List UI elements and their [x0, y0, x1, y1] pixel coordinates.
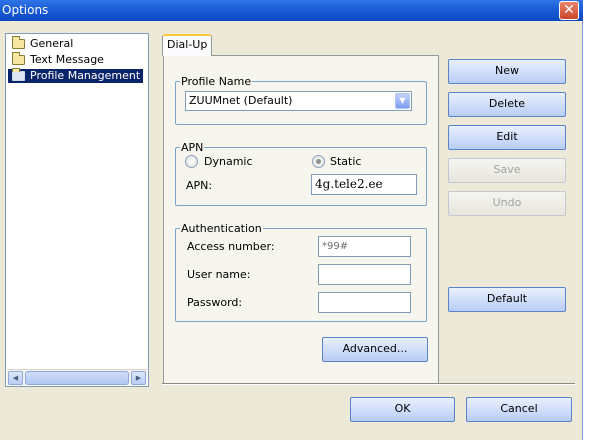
folder-icon [12, 52, 25, 65]
access-number-label: Access number: [187, 240, 275, 253]
apn-static-label: Static [330, 155, 362, 168]
bottom-divider [162, 383, 575, 385]
profile-select-value: ZUUMnet (Default) [189, 94, 293, 107]
default-button[interactable]: Default [448, 287, 566, 312]
folder-icon [12, 36, 25, 49]
ok-button[interactable]: OK [350, 397, 455, 422]
profile-name-legend: Profile Name [181, 75, 252, 88]
window-title: Options [2, 3, 49, 17]
user-name-input[interactable] [318, 264, 411, 285]
scroll-thumb[interactable] [25, 371, 129, 385]
undo-button[interactable]: Undo [448, 191, 566, 216]
apn-field-label: APN: [186, 179, 213, 192]
access-number-value: *99# [322, 241, 349, 252]
tree-item-label: Text Message [30, 53, 104, 66]
advanced-button[interactable]: Advanced... [322, 337, 428, 362]
chevron-down-icon[interactable]: ▼ [395, 93, 410, 109]
apn-dynamic-label: Dynamic [204, 155, 253, 168]
scroll-right-icon[interactable]: ▶ [131, 371, 146, 385]
category-tree[interactable]: General Text Message Profile Management … [5, 33, 149, 387]
tree-item-label: Profile Management [30, 69, 141, 82]
apn-dynamic-radio[interactable] [185, 155, 198, 168]
tree-item-text-message[interactable]: Text Message [8, 52, 107, 67]
close-button[interactable]: ✕ [559, 1, 579, 20]
save-button[interactable]: Save [448, 158, 566, 183]
delete-button[interactable]: Delete [448, 92, 566, 117]
tree-item-label: General [30, 37, 74, 50]
profile-select[interactable]: ZUUMnet (Default) ▼ [185, 91, 412, 111]
authentication-legend: Authentication [181, 222, 262, 235]
apn-input[interactable]: 4g.tele2.ee [311, 174, 417, 195]
apn-static-radio[interactable] [312, 155, 325, 168]
close-icon: ✕ [563, 2, 575, 18]
apn-input-value: 4g.tele2.ee [315, 177, 383, 191]
password-input[interactable] [318, 292, 411, 313]
edit-button[interactable]: Edit [448, 125, 566, 150]
scroll-left-icon[interactable]: ◀ [8, 371, 23, 385]
access-number-input[interactable]: *99# [318, 236, 411, 257]
cancel-button[interactable]: Cancel [466, 397, 572, 422]
user-name-label: User name: [187, 268, 251, 281]
apn-legend: APN [181, 141, 204, 154]
folder-open-icon [12, 68, 25, 81]
tree-item-profile-management[interactable]: Profile Management [8, 68, 144, 83]
options-dialog: Options ✕ General Text Message Profile M… [0, 0, 583, 440]
tab-label: Dial-Up [167, 38, 208, 51]
tab-dial-up[interactable]: Dial-Up [162, 34, 212, 56]
password-label: Password: [187, 296, 243, 309]
horizontal-scrollbar[interactable]: ◀ ▶ [7, 369, 147, 385]
tree-item-general[interactable]: General [8, 36, 76, 51]
new-button[interactable]: New [448, 59, 566, 84]
title-bar: Options ✕ [0, 0, 583, 21]
